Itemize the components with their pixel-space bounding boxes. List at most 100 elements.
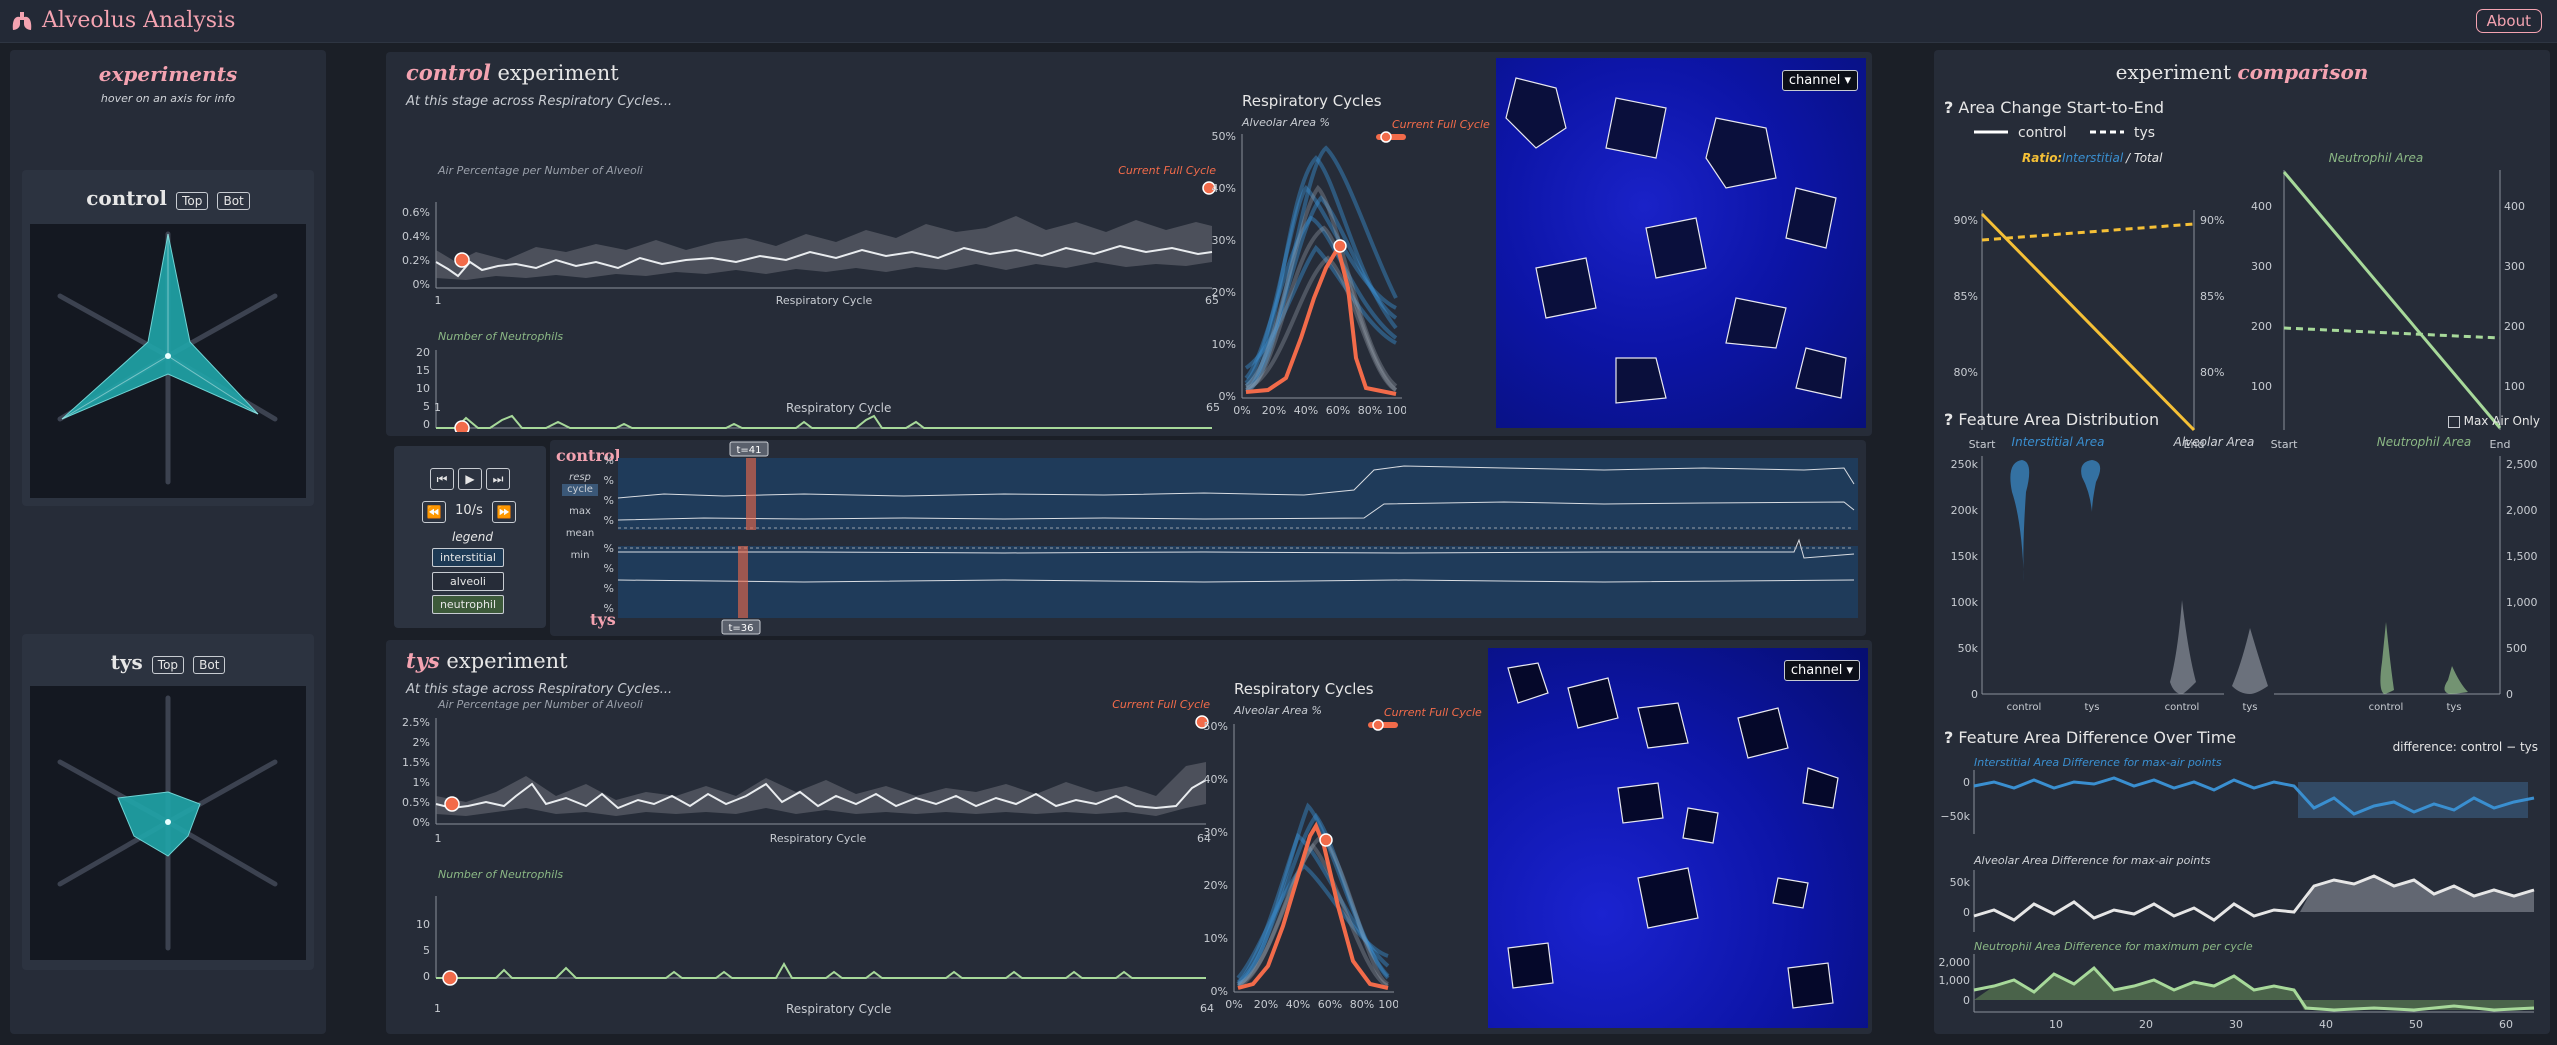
tys-radar-chart[interactable] — [30, 686, 306, 960]
svg-text:40%: 40% — [604, 474, 614, 487]
control-top-button[interactable]: Top — [176, 192, 209, 210]
speed-readout[interactable]: 10/s — [452, 503, 486, 518]
legend-chip-neutrophil[interactable]: neutrophil — [432, 595, 504, 614]
control-exp-name: control — [406, 60, 491, 85]
svg-text:0%: 0% — [413, 278, 430, 291]
tys-resp-chart[interactable]: 50% 40% 30% 20% 10% 0% 0% 20% 40% 60% 80… — [1198, 716, 1398, 1028]
svg-text:60%: 60% — [1318, 998, 1342, 1011]
control-resp-chart[interactable]: 50% 40% 30% 20% 10% 0% 0% 20% 40% 60% 80… — [1206, 128, 1406, 434]
svg-text:60%: 60% — [604, 602, 614, 615]
tys-microscopy-image[interactable]: channel ▾ — [1488, 648, 1868, 1028]
skip-start-button[interactable]: ⏮ — [430, 468, 454, 490]
svg-text:80%: 80% — [1954, 366, 1978, 379]
control-neut-xlabel: Respiratory Cycle — [786, 401, 892, 415]
control-air-current-marker[interactable] — [454, 252, 470, 268]
violin-interstitial-control — [2010, 460, 2030, 582]
svg-text:40%: 40% — [1204, 773, 1228, 786]
tys-resp-xticks: 0% 20% 40% 60% 80% 100% — [1225, 998, 1398, 1011]
ratio-control-line — [1980, 212, 2196, 432]
tys-card-title: tys — [110, 650, 143, 674]
tys-resp-current-marker[interactable] — [1319, 833, 1333, 847]
control-neut-current-marker[interactable] — [454, 420, 470, 432]
tys-time-marker[interactable]: t=36 — [728, 623, 753, 634]
svg-text:100: 100 — [2504, 380, 2525, 393]
svg-text:85%: 85% — [1954, 290, 1978, 303]
svg-text:500: 500 — [2506, 642, 2527, 655]
dist-right-yticks: 2,500 2,000 1,500 1,000 500 0 — [2506, 458, 2538, 701]
control-resp-current-marker[interactable] — [1333, 239, 1347, 253]
about-button[interactable]: About — [2475, 9, 2542, 33]
tys-air-current-marker[interactable] — [444, 796, 460, 812]
control-exp-suffix: experiment — [497, 61, 619, 85]
svg-text:85%: 85% — [2200, 290, 2224, 303]
svg-text:control: control — [2018, 125, 2067, 141]
legend-title: legend — [452, 530, 493, 544]
svg-text:1%: 1% — [413, 776, 430, 789]
max-air-only-toggle[interactable]: Max Air Only — [2447, 414, 2540, 428]
play-button[interactable]: ▶ — [458, 468, 482, 490]
experiments-title: experiments — [98, 62, 238, 86]
tys-exp-name: tys — [406, 648, 440, 673]
control-line-charts[interactable]: Air Percentage per Number of Alveoli Cur… — [386, 112, 1226, 432]
tys-bot-button[interactable]: Bot — [193, 656, 226, 674]
control-time-cursor — [746, 458, 756, 530]
svg-text:1,500: 1,500 — [2506, 550, 2538, 563]
help-icon[interactable]: ? — [1944, 728, 1953, 747]
distribution-title: Feature Area Distribution — [1958, 410, 2160, 429]
control-air-band — [436, 216, 1212, 280]
svg-text:90%: 90% — [2200, 214, 2224, 227]
distribution-charts[interactable]: Interstitial Area Alveolar Area Neutroph… — [1934, 432, 2550, 722]
help-icon[interactable]: ? — [1944, 98, 1953, 117]
tys-current-cycle-label: Current Full Cycle — [1112, 698, 1210, 711]
tys-resp-current-label: Current Full Cycle — [1384, 706, 1482, 719]
legend-chip-interstitial[interactable]: interstitial — [432, 548, 504, 567]
svg-text:20%: 20% — [604, 494, 614, 507]
violin-interstitial-tys — [2081, 460, 2101, 512]
help-icon[interactable]: ? — [1944, 410, 1953, 429]
tys-time-cursor — [738, 546, 748, 618]
timeline-glyph-legend: resp cycle max mean min — [562, 472, 598, 620]
svg-text:200k: 200k — [1951, 504, 1979, 517]
timeline-chart[interactable]: 60% 40% 20% 0% 0% 20% 40% 60% t=41 t=36 — [604, 440, 1864, 636]
svg-text:20: 20 — [2139, 1018, 2153, 1031]
experiments-panel: experiments hover on an axis for info co… — [10, 50, 326, 1034]
svg-text:20%: 20% — [1204, 879, 1228, 892]
legend-chip-alveoli[interactable]: alveoli — [432, 572, 504, 591]
tys-channel-select[interactable]: channel ▾ — [1783, 660, 1860, 681]
skip-end-button[interactable]: ⏭ — [486, 468, 510, 490]
svg-text:Neutrophil Area: Neutrophil Area — [2377, 435, 2472, 449]
svg-text:0: 0 — [1963, 906, 1970, 919]
max-air-only-label: Max Air Only — [2463, 414, 2540, 428]
tys-line-charts[interactable]: Air Percentage per Number of Alveoli Cur… — [386, 696, 1226, 996]
control-channel-select[interactable]: channel ▾ — [1781, 70, 1858, 91]
difference-charts[interactable]: Interstitial Area Difference for max-air… — [1934, 754, 2550, 1032]
svg-text:0%: 0% — [1225, 998, 1242, 1011]
violin-neutrophil-control — [2380, 622, 2394, 694]
svg-text:50%: 50% — [1204, 720, 1228, 733]
control-resp-current-label: Current Full Cycle — [1392, 118, 1490, 131]
svg-text:10: 10 — [416, 382, 430, 395]
svg-text:0%: 0% — [413, 816, 430, 829]
control-resp-xticks: 0% 20% 40% 60% 80% 100% — [1233, 404, 1406, 417]
ratio-left-yticks: 90% 85% 80% — [1954, 214, 1978, 379]
svg-text:2,500: 2,500 — [2506, 458, 2538, 471]
rewind-button[interactable]: ⏪ — [422, 501, 446, 523]
svg-text:−50k: −50k — [1940, 810, 1970, 823]
svg-text:50: 50 — [2409, 1018, 2423, 1031]
control-bot-button[interactable]: Bot — [217, 192, 250, 210]
svg-text:100k: 100k — [1951, 596, 1979, 609]
tys-air-xlabel: Respiratory Cycle — [770, 832, 867, 845]
svg-text:0%: 0% — [1233, 404, 1250, 417]
control-radar-chart[interactable] — [30, 224, 306, 498]
tys-top-button[interactable]: Top — [151, 656, 185, 674]
svg-text:2%: 2% — [413, 736, 430, 749]
area-change-charts[interactable]: Ratio: Interstitial / Total 90% 85% 80% … — [1934, 144, 2550, 454]
control-resp-title: Respiratory Cycles — [1242, 92, 1382, 110]
tys-neut-current-marker[interactable] — [442, 970, 458, 986]
svg-text:control: control — [2165, 702, 2200, 713]
svg-text:10: 10 — [416, 918, 430, 931]
control-time-marker[interactable]: t=41 — [736, 445, 761, 456]
fast-forward-button[interactable]: ⏩ — [492, 501, 516, 523]
control-microscopy-image[interactable]: channel ▾ — [1496, 58, 1866, 428]
timeline-bot-yticks: 0% 20% 40% 60% — [604, 542, 614, 615]
